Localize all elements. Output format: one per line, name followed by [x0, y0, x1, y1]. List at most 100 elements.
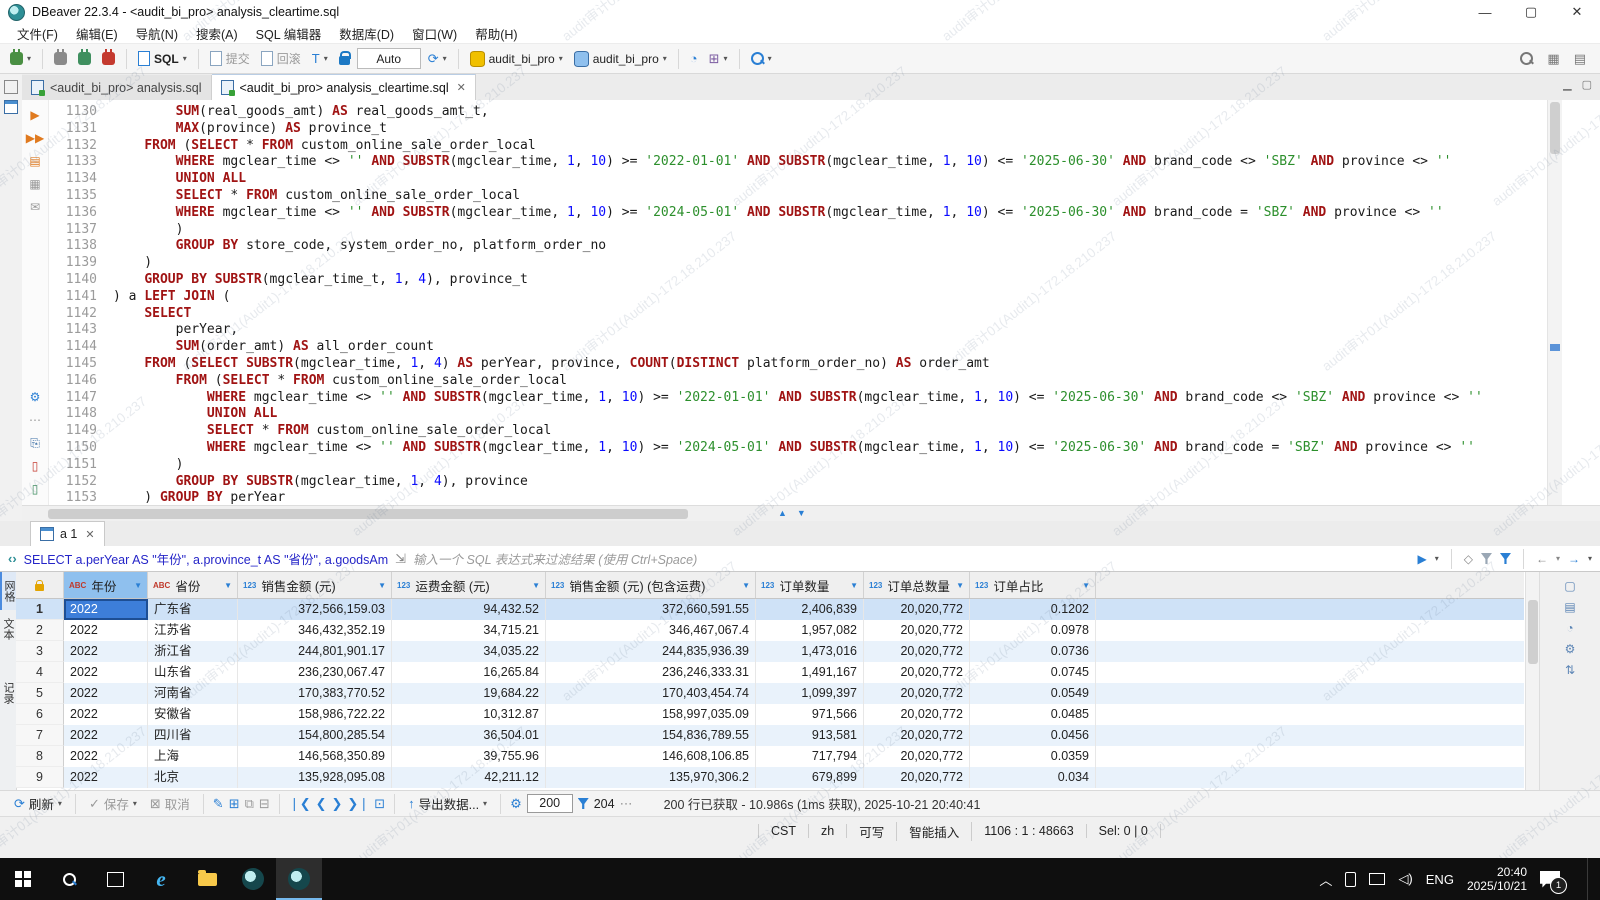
grid-cell[interactable]: 0.0549 [970, 683, 1096, 704]
taskbar-clock[interactable]: 20:40 2025/10/21 [1467, 865, 1527, 893]
minimize-editor-icon[interactable]: ▁ [1563, 78, 1571, 91]
column-menu-icon[interactable]: ▼ [1082, 581, 1090, 590]
cancel-button[interactable]: ⊠取消 [146, 792, 194, 815]
grid-cell[interactable]: 146,608,106.85 [546, 746, 756, 767]
grid-cell[interactable]: 山东省 [148, 662, 238, 683]
delete-row-icon[interactable]: ⊟ [259, 797, 270, 810]
connect-button[interactable] [50, 50, 71, 67]
grid-cell[interactable]: 16,265.84 [392, 662, 546, 683]
grid-cell[interactable]: 0.0485 [970, 704, 1096, 725]
grid-cell[interactable]: 244,801,901.17 [238, 641, 392, 662]
transaction-mode-button[interactable]: T▾ [308, 50, 332, 67]
column-header-6[interactable]: 123订单数量▼ [756, 572, 864, 598]
grid-cell[interactable]: 广东省 [148, 599, 238, 620]
grid-cell[interactable]: 10,312.87 [392, 704, 546, 725]
grid-cell[interactable]: 20,020,772 [864, 599, 970, 620]
output-file-icon[interactable]: ▯ [28, 482, 42, 496]
sql-editor[interactable]: ▶ ▶▶ ▤ ▦ ✉ ⚙ ⋯ ⎘ ▯ ▯ 1130 SUM(real_goods… [22, 100, 1600, 505]
volume-icon[interactable]: ◁) [1398, 871, 1412, 887]
history-button[interactable]: ⟳▾ [424, 50, 451, 67]
fetch-size-input[interactable]: 200 [527, 794, 573, 813]
edit-cell-icon[interactable]: ✎ [213, 797, 224, 810]
grid-cell[interactable]: 913,581 [756, 725, 864, 746]
presentation-tab-文本[interactable]: 文本 [0, 610, 16, 648]
sql-script-icon[interactable]: ▤ [28, 154, 42, 168]
editor-tab-1[interactable]: <audit_bi_pro> analysis.sql [22, 75, 212, 100]
column-menu-icon[interactable]: ▼ [378, 581, 386, 590]
export-data-button[interactable]: ↑导出数据...▾ [404, 792, 491, 815]
column-menu-icon[interactable]: ▼ [956, 581, 964, 590]
grid-cell[interactable]: 河南省 [148, 683, 238, 704]
column-menu-icon[interactable]: ▼ [850, 581, 858, 590]
grid-cell[interactable]: 2022 [64, 725, 148, 746]
grid-cell[interactable]: 2022 [64, 767, 148, 788]
show-desktop-button[interactable] [1587, 858, 1592, 900]
first-page-icon[interactable]: ❘❮ [289, 797, 311, 810]
taskbar-search-button[interactable] [46, 858, 92, 900]
nav-forward-icon[interactable]: → [1568, 552, 1580, 566]
grid-cell[interactable]: 2022 [64, 662, 148, 683]
save-filter-icon[interactable] [1500, 553, 1511, 564]
column-menu-icon[interactable]: ▼ [532, 581, 540, 590]
expand-panel-icon[interactable]: ⇅ [1563, 663, 1577, 677]
network-icon[interactable] [1369, 873, 1385, 885]
maximize-editor-icon[interactable]: ▢ [1582, 78, 1592, 91]
grid-cell[interactable]: 0.034 [970, 767, 1096, 788]
restore-view-icon[interactable] [4, 80, 18, 94]
menu-item-5[interactable]: SQL 编辑器 [247, 24, 331, 43]
tab-close-icon[interactable]: ✕ [457, 81, 466, 94]
menu-item-2[interactable]: 编辑(E) [67, 24, 127, 43]
grid-cell[interactable]: 19,684.22 [392, 683, 546, 704]
grid-cell[interactable]: 1,473,016 [756, 641, 864, 662]
commit-button[interactable]: 提交 [206, 48, 254, 69]
export-file-icon[interactable]: ⎘ [28, 436, 42, 450]
filter-expression[interactable]: SELECT a.perYear AS "年份", a.province_t A… [24, 549, 388, 568]
grid-cell[interactable]: 34,035.22 [392, 641, 546, 662]
search-button[interactable]: ▾ [747, 50, 776, 67]
last-page-icon[interactable]: ❯❘ [347, 797, 369, 810]
grid-cell[interactable]: 236,246,333.31 [546, 662, 756, 683]
presentation-tab-网格[interactable]: 网格 [0, 572, 16, 610]
grid-cell[interactable]: 上海 [148, 746, 238, 767]
editor-tab-2[interactable]: <audit_bi_pro> analysis_cleartime.sql✕ [212, 74, 476, 100]
grid-corner-cell[interactable] [16, 572, 64, 598]
edit-filter-icon[interactable] [1481, 553, 1492, 564]
editor-vertical-scrollbar[interactable] [1547, 100, 1562, 505]
column-header-2[interactable]: ABC省份▼ [148, 572, 238, 598]
execute-script-icon[interactable]: ▶▶ [28, 131, 42, 145]
grid-cell[interactable]: 20,020,772 [864, 683, 970, 704]
ie-button[interactable]: e [138, 858, 184, 900]
row-number[interactable]: 5 [16, 683, 64, 704]
grid-cell[interactable]: 0.0978 [970, 620, 1096, 641]
code-area[interactable]: 1130 SUM(real_goods_amt) AS real_goods_a… [49, 104, 1540, 505]
go-to-row-icon[interactable]: ⊡ [374, 797, 385, 810]
column-header-4[interactable]: 123运费金额 (元)▼ [392, 572, 546, 598]
grid-vertical-scrollbar[interactable] [1525, 572, 1540, 790]
grid-cell[interactable]: 2022 [64, 641, 148, 662]
menu-item-6[interactable]: 数据库(D) [330, 24, 403, 43]
metadata-panel-icon[interactable]: ⚙ [1563, 642, 1577, 656]
grid-cell[interactable]: 154,800,285.54 [238, 725, 392, 746]
presentation-tab-记录[interactable]: 记录 [0, 674, 16, 712]
lock-button[interactable] [335, 50, 354, 67]
grid-cell[interactable]: 372,566,159.03 [238, 599, 392, 620]
grid-cell[interactable]: 1,491,167 [756, 662, 864, 683]
disconnect-button[interactable] [98, 50, 119, 67]
nav-back-icon[interactable]: ← [1536, 552, 1548, 566]
grid-cell[interactable]: 971,566 [756, 704, 864, 725]
close-button[interactable]: ✕ [1554, 0, 1600, 24]
sql-editor-button[interactable]: SQL▾ [134, 49, 191, 68]
grid-cell[interactable]: 20,020,772 [864, 704, 970, 725]
menu-item-4[interactable]: 搜索(A) [187, 24, 247, 43]
grid-cell[interactable]: 安徽省 [148, 704, 238, 725]
grid-cell[interactable]: 154,836,789.55 [546, 725, 756, 746]
file-explorer-button[interactable] [184, 858, 230, 900]
grid-cell[interactable]: 146,568,350.89 [238, 746, 392, 767]
results-grid[interactable]: ABC年份▼ABC省份▼123销售金额 (元)▼123运费金额 (元)▼123销… [16, 572, 1524, 790]
grid-cell[interactable]: 158,997,035.09 [546, 704, 756, 725]
column-header-5[interactable]: 123销售金额 (元) (包含运费)▼ [546, 572, 756, 598]
result-settings-gear-icon[interactable]: ⚙ [510, 797, 522, 810]
dashboard-button[interactable]: ◔ [686, 50, 702, 67]
row-number[interactable]: 6 [16, 704, 64, 725]
grid-cell[interactable]: 0.1202 [970, 599, 1096, 620]
